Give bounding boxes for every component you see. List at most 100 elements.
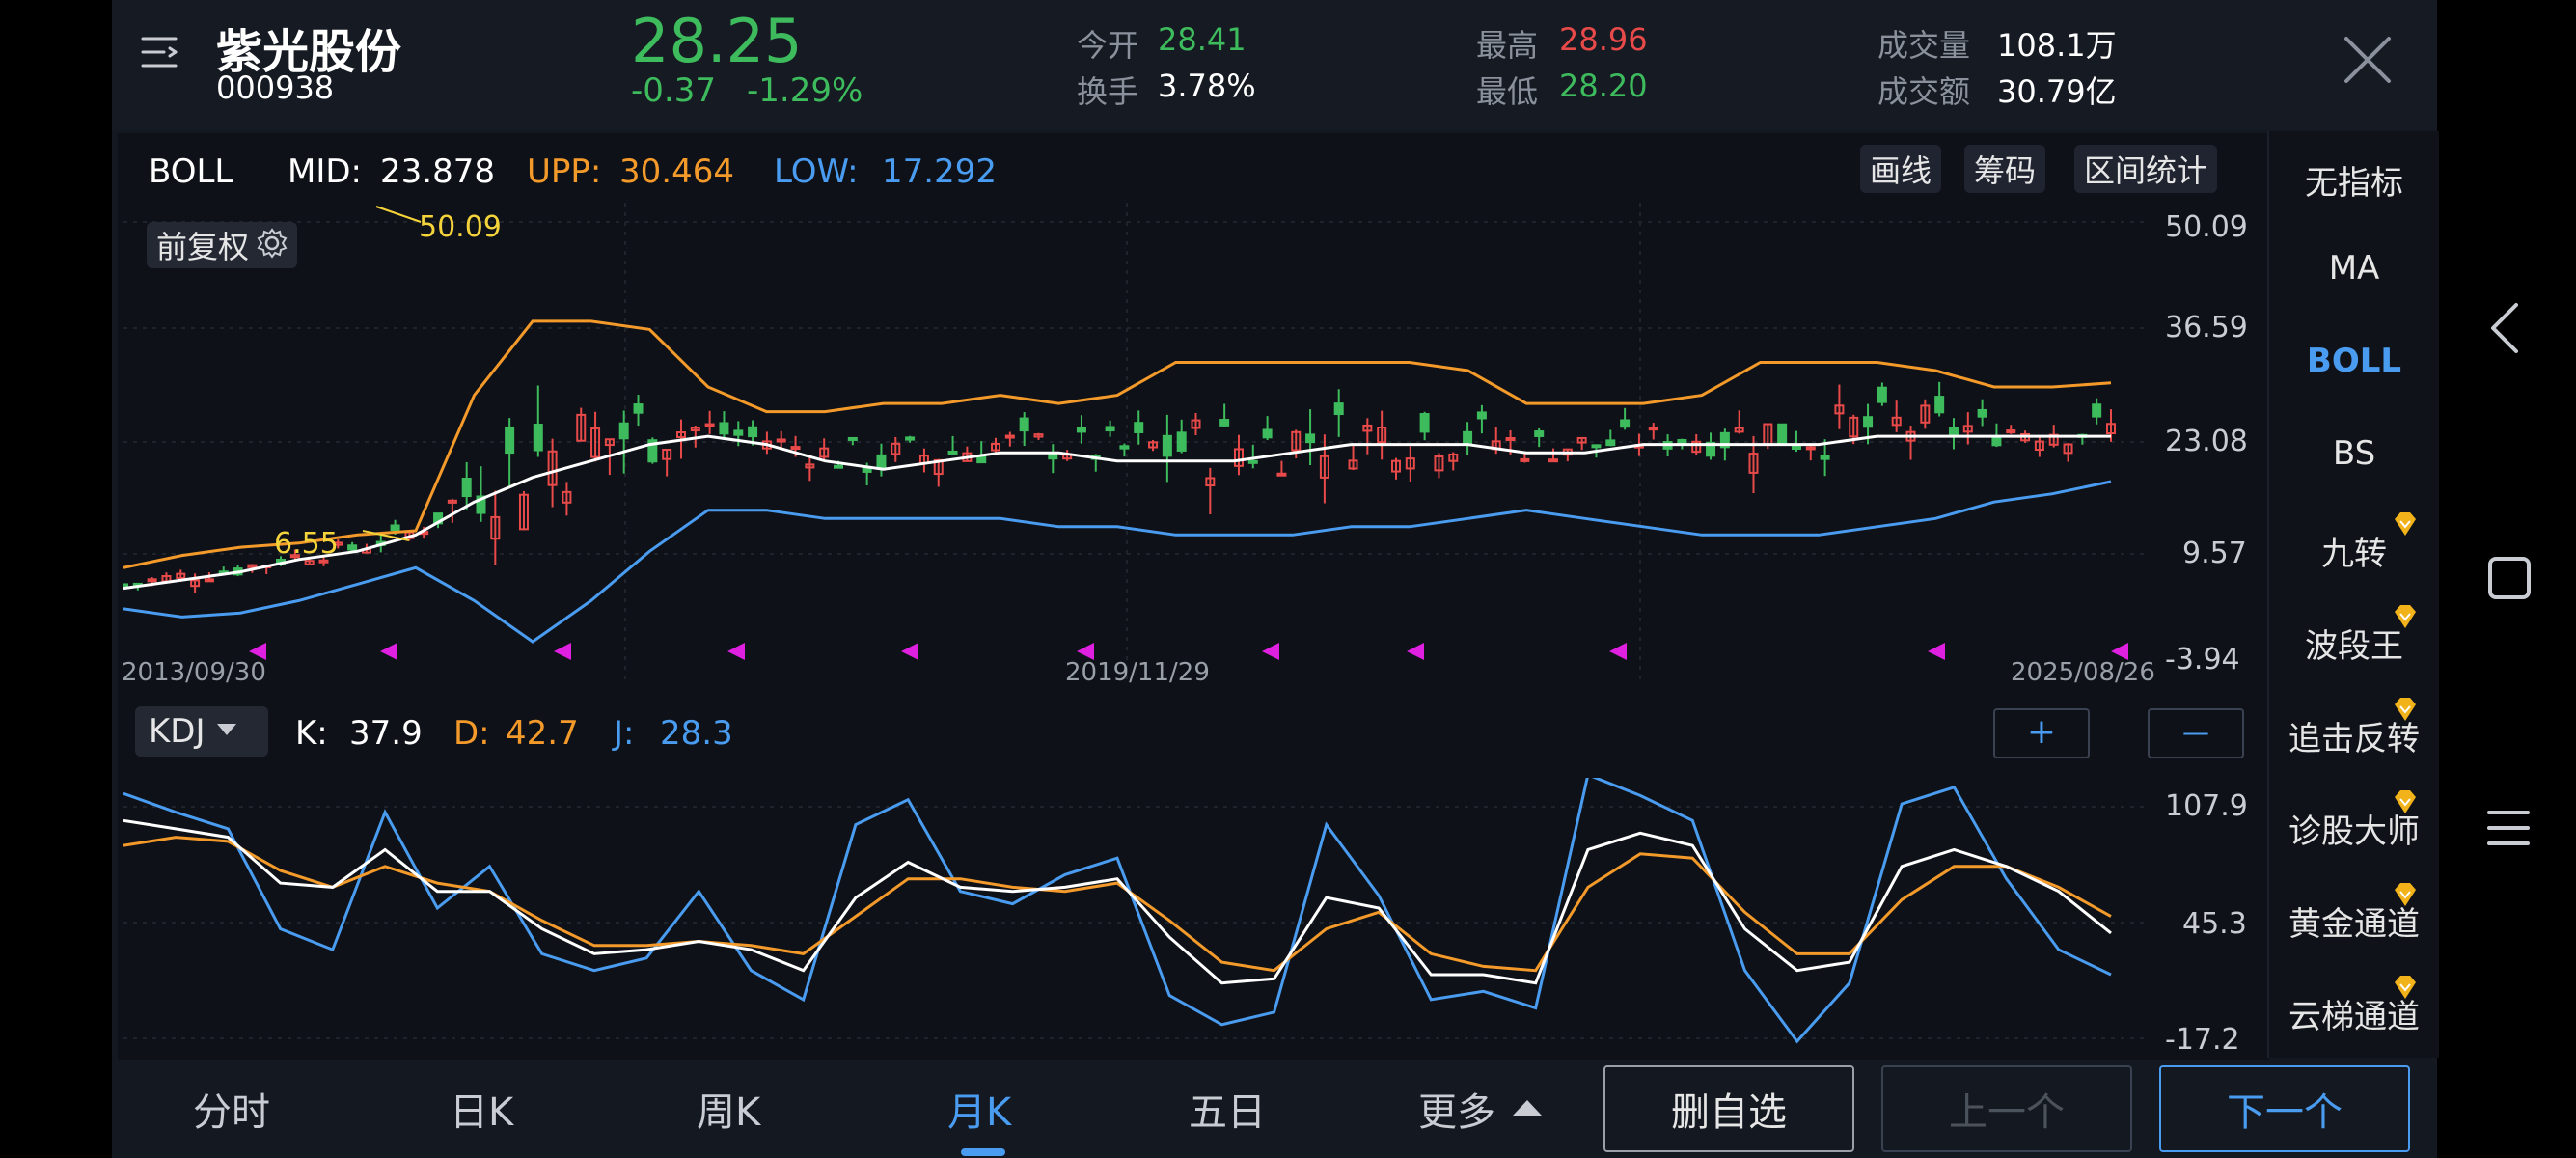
candle-body [204, 578, 214, 583]
candle-body [905, 436, 916, 441]
candle-body [790, 446, 801, 451]
bs-signal-marker [1262, 643, 1279, 660]
home-nav-icon[interactable] [2487, 556, 2532, 604]
price-chart [123, 203, 2150, 685]
candle-body [1591, 444, 1602, 449]
vip-diamond-icon [2395, 512, 2416, 536]
kdj-axis-label: 107.9 [2165, 789, 2248, 823]
candle-body [1134, 422, 1144, 433]
bs-signal-marker [1928, 643, 1945, 660]
indicator-none[interactable]: 无指标 [2269, 156, 2439, 204]
date-label-start: 2013/09/30 [122, 658, 266, 687]
candle-body [1620, 419, 1631, 428]
candle-body [347, 544, 358, 551]
candle-body [1105, 426, 1115, 432]
candle-body [1820, 455, 1830, 460]
remove-watchlist-button[interactable]: 删自选 [1603, 1065, 1854, 1152]
candle-body [1247, 459, 1258, 464]
candle-body [390, 524, 400, 532]
recents-nav-icon[interactable] [2485, 807, 2532, 853]
candle-body [1176, 431, 1187, 452]
kdj-k-line [123, 818, 2112, 985]
close-icon[interactable] [2341, 33, 2395, 87]
candle-body [461, 478, 472, 498]
candle-body [2006, 429, 2016, 434]
price-axis-label: 23.08 [2165, 425, 2248, 458]
price-axis-label: 50.09 [2165, 210, 2248, 244]
settings-icon [257, 228, 288, 262]
bs-signal-marker [554, 643, 571, 660]
boll-mid-value: 23.878 [380, 152, 495, 191]
candle-body [1677, 438, 1687, 445]
kdj-j-line [123, 778, 2112, 1044]
bs-signal-marker [1609, 643, 1627, 660]
chips-button[interactable]: 筹码 [1964, 145, 2046, 193]
min-price-annotation: 6.55 [274, 527, 339, 561]
candle-body [505, 426, 515, 455]
kdj-chart [123, 778, 2150, 1044]
tab-monthly-k[interactable]: 月K [947, 1081, 1011, 1137]
kdj-k-value: 37.9 [349, 714, 423, 753]
indicator-boll[interactable]: BOLL [2269, 342, 2439, 380]
candle-body [1534, 430, 1545, 437]
candle-body [1548, 458, 1559, 463]
open-label: 今开 [1077, 27, 1139, 64]
next-stock-button[interactable]: 下一个 [2159, 1065, 2410, 1152]
low-value: 28.20 [1559, 68, 1648, 104]
indicator-bs[interactable]: BS [2269, 434, 2439, 473]
candle-body [847, 436, 858, 441]
candle-body [1463, 430, 1473, 445]
candle-body [1863, 416, 1874, 428]
kdj-k-label: K: [295, 714, 328, 753]
candle-body [1991, 436, 2002, 447]
adjust-button[interactable]: 前复权 [147, 222, 298, 268]
price-axis-label: 36.59 [2165, 311, 2248, 345]
range-stats-button[interactable]: 区间统计 [2074, 145, 2218, 193]
menu-icon[interactable] [141, 35, 179, 69]
candle-body [2092, 403, 2102, 418]
candle-body [1162, 434, 1172, 457]
open-value: 28.41 [1158, 21, 1247, 58]
candle-body [1219, 419, 1230, 427]
stock-change-pct: -1.29% [747, 71, 863, 110]
zoom-in-button[interactable]: + [1993, 708, 2090, 758]
tab-more[interactable]: 更多 [1418, 1081, 1495, 1137]
amount-label: 成交额 [1877, 73, 1971, 110]
tab-intraday[interactable]: 分时 [193, 1081, 270, 1137]
tab-weekly-k[interactable]: 周K [697, 1081, 760, 1137]
tab-five-day[interactable]: 五日 [1189, 1081, 1266, 1137]
prev-stock-button[interactable]: 上一个 [1881, 1065, 2132, 1152]
candle-body [533, 424, 543, 452]
price-axis-label: 9.57 [2182, 537, 2247, 570]
back-nav-icon[interactable] [2487, 301, 2522, 359]
candle-body [1505, 437, 1516, 442]
candle-body [1777, 423, 1788, 446]
date-label-mid: 2019/11/29 [1065, 658, 1210, 687]
stock-change: -0.37 [631, 71, 716, 110]
candle-body [733, 429, 744, 436]
indicator-ma[interactable]: MA [2269, 249, 2439, 288]
vip-diamond-icon [2395, 605, 2416, 628]
kdj-j-label: J: [614, 714, 635, 753]
candle-body [876, 454, 887, 470]
kdj-axis-label: 45.3 [2182, 907, 2247, 941]
candle-body [1805, 446, 1816, 451]
candle-body [1948, 427, 1959, 436]
kdj-d-label: D: [453, 714, 490, 753]
candle-body [1877, 386, 1887, 403]
candle-body [1605, 439, 1616, 447]
candle-body [1119, 445, 1130, 450]
kdj-d-value: 42.7 [506, 714, 579, 753]
price-axis-label: -3.94 [2165, 643, 2240, 676]
kdj-indicator-select[interactable]: KDJ [135, 706, 268, 757]
turnover-label: 换手 [1077, 73, 1139, 110]
candle-body [748, 426, 758, 438]
draw-line-button[interactable]: 画线 [1860, 145, 1942, 193]
low-label: 最低 [1476, 73, 1539, 110]
zoom-out-button[interactable]: — [2148, 708, 2244, 758]
candle-body [618, 422, 629, 440]
tab-daily-k[interactable]: 日K [450, 1081, 513, 1137]
candle-body [633, 403, 644, 414]
candle-body [1276, 472, 1287, 477]
candle-body [719, 422, 729, 435]
